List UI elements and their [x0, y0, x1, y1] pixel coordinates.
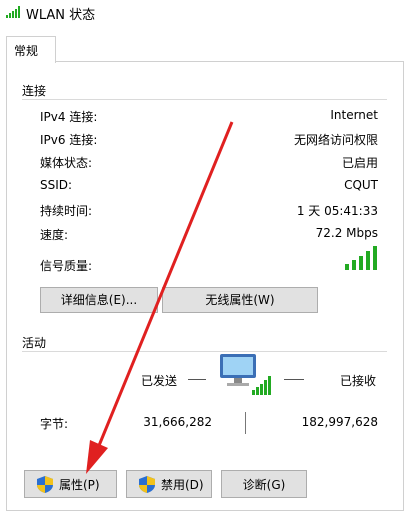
network-computer-icon	[220, 354, 271, 395]
ipv6-value: 无网络访问权限	[293, 133, 378, 147]
tab-general-label: 常规	[14, 44, 39, 58]
connection-section-title: 连接	[22, 84, 47, 98]
speed-value: 72.2 Mbps	[315, 226, 378, 240]
diagnose-label: 诊断(G)	[242, 478, 286, 492]
general-panel	[6, 61, 404, 511]
shield-icon	[139, 476, 155, 493]
connection-divider	[22, 99, 387, 100]
title-bar: WLAN 状态	[0, 0, 409, 26]
disable-label: 禁用(D)	[161, 478, 204, 492]
bytes-divider	[245, 412, 246, 434]
sent-label: 已发送	[141, 374, 178, 388]
media-state-value: 已启用	[341, 156, 378, 170]
bytes-received-value: 182,997,628	[301, 415, 378, 429]
ipv6-label: IPv6 连接:	[40, 133, 98, 147]
ipv4-label: IPv4 连接:	[40, 110, 98, 124]
wireless-properties-button[interactable]: 无线属性(W)	[162, 287, 318, 313]
ipv4-value: Internet	[330, 108, 378, 122]
ssid-label: SSID:	[40, 178, 73, 192]
disable-button[interactable]: 禁用(D)	[126, 470, 212, 498]
details-button[interactable]: 详细信息(E)...	[40, 287, 158, 313]
speed-label: 速度:	[40, 228, 69, 242]
received-label: 已接收	[340, 374, 377, 388]
properties-button[interactable]: 属性(P)	[24, 470, 117, 498]
ssid-value: CQUT	[344, 178, 378, 192]
shield-icon	[37, 476, 53, 493]
bytes-label: 字节:	[40, 417, 69, 431]
bytes-sent-value: 31,666,282	[143, 415, 212, 429]
window-title: WLAN 状态	[26, 8, 96, 23]
sent-line	[188, 379, 206, 380]
diagnose-button[interactable]: 诊断(G)	[221, 470, 307, 498]
signal-quality-label: 信号质量:	[40, 259, 93, 273]
duration-label: 持续时间:	[40, 204, 93, 218]
properties-label: 属性(P)	[59, 478, 100, 492]
media-state-label: 媒体状态:	[40, 156, 93, 170]
duration-value: 1 天 05:41:33	[296, 204, 378, 218]
activity-section-title: 活动	[22, 336, 47, 350]
received-line	[284, 379, 304, 380]
signal-strength-icon	[345, 246, 377, 270]
activity-divider	[22, 351, 387, 352]
tab-general[interactable]: 常规	[6, 36, 56, 63]
wifi-signal-icon	[6, 6, 20, 18]
